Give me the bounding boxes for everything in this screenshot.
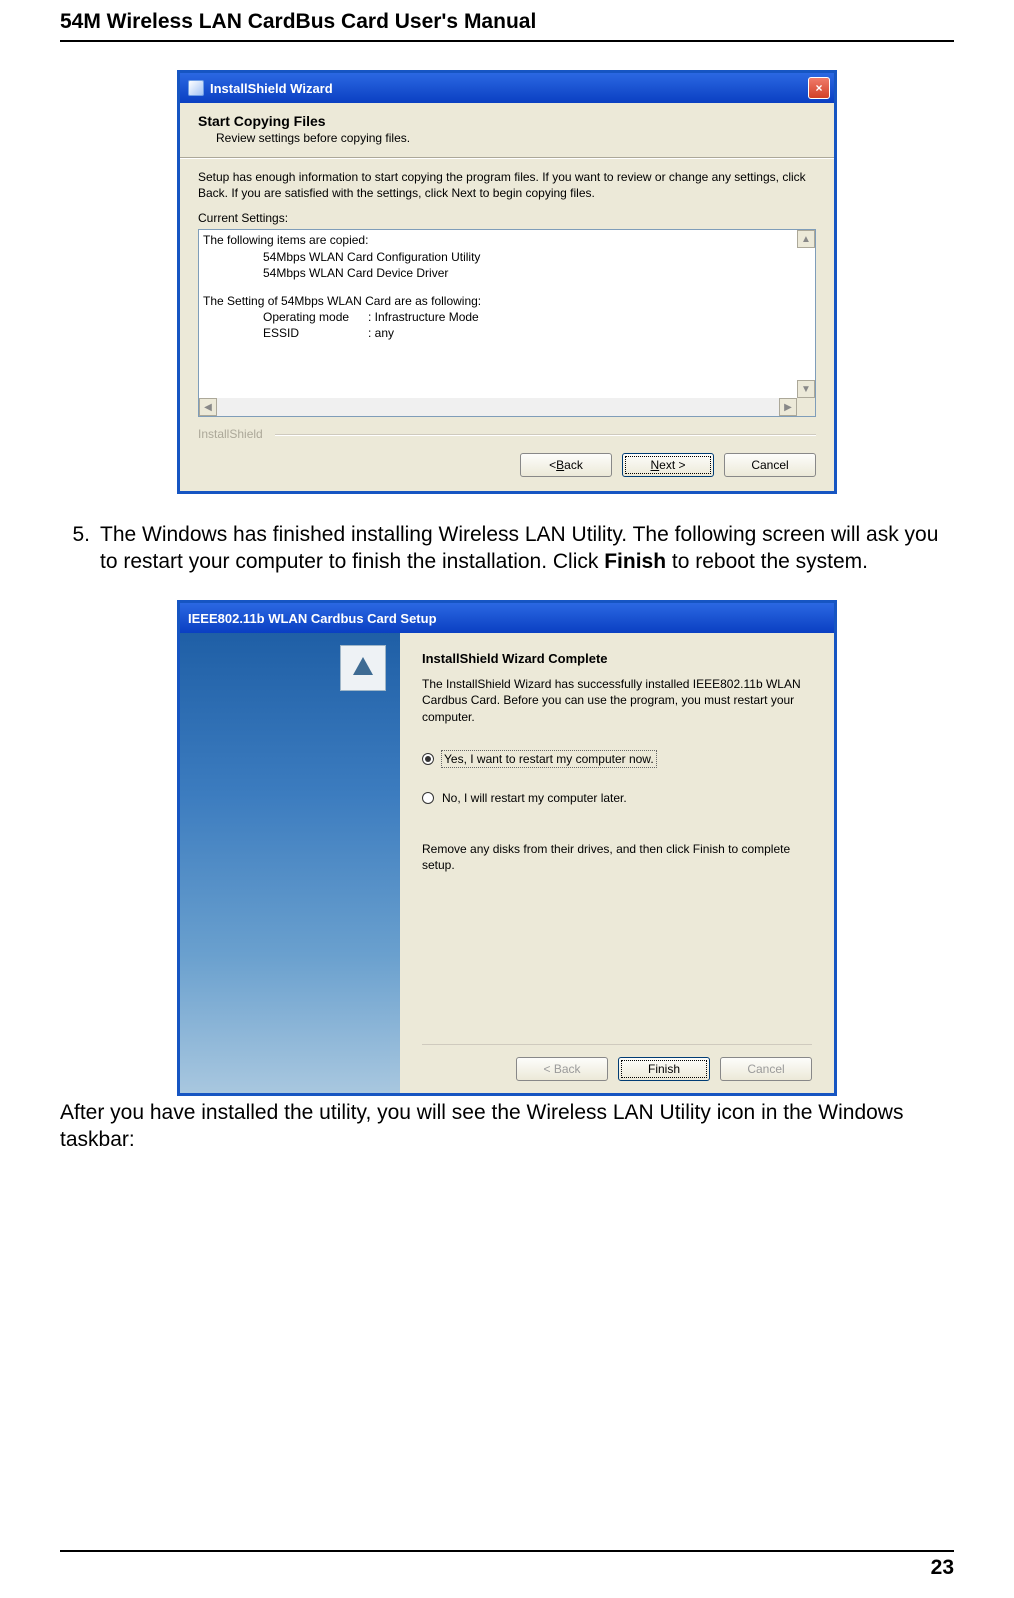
cancel-button: Cancel [720,1057,812,1081]
scroll-up-icon[interactable]: ▲ [797,230,815,248]
text-part: to reboot the system. [666,550,868,573]
radio-dot-icon [422,792,434,804]
list-item: 54Mbps WLAN Card Device Driver [203,265,793,281]
dialog-title: IEEE802.11b WLAN Cardbus Card Setup [188,611,437,626]
step-number: 5. [60,522,90,576]
wizard-logo-icon [340,645,386,691]
scroll-down-icon[interactable]: ▼ [797,380,815,398]
list-header: The following items are copied: [203,232,793,248]
dialog-titlebar[interactable]: IEEE802.11b WLAN Cardbus Card Setup [180,603,834,633]
horizontal-scrollbar[interactable]: ◀ ▶ [199,398,797,416]
page-header: 54M Wireless LAN CardBus Card User's Man… [60,0,954,40]
button-label-part: ext > [659,458,685,472]
step-text: The Windows has finished installing Wire… [100,522,954,576]
dialog-paragraph: Remove any disks from their drives, and … [422,841,812,873]
setting-value: : any [368,325,394,341]
dialog-title: InstallShield Wizard [210,81,333,96]
dialog-heading: Start Copying Files [198,113,816,129]
setting-key: Operating mode [203,309,368,325]
close-icon[interactable]: × [808,77,830,99]
dialog-titlebar[interactable]: InstallShield Wizard × [180,73,834,103]
page-number: 23 [60,1552,954,1580]
radio-label: Yes, I want to restart my computer now. [442,751,656,767]
current-settings-label: Current Settings: [198,211,816,225]
dialog-heading: InstallShield Wizard Complete [422,651,812,666]
list-header: The Setting of 54Mbps WLAN Card are as f… [203,293,793,309]
header-rule [60,40,954,42]
setup-complete-dialog: IEEE802.11b WLAN Cardbus Card Setup Inst… [177,600,837,1096]
scroll-corner [797,398,815,416]
radio-restart-now[interactable]: Yes, I want to restart my computer now. [422,751,812,767]
after-install-text: After you have installed the utility, yo… [60,1098,954,1154]
wizard-sidebar [180,633,400,1093]
list-item: Operating mode : Infrastructure Mode [203,309,793,325]
scroll-left-icon[interactable]: ◀ [199,398,217,416]
instruction-text: Setup has enough information to start co… [198,169,816,201]
back-button: < Back [516,1057,608,1081]
button-label-part: < [549,458,556,472]
radio-dot-icon [422,753,434,765]
button-label-part: N [650,458,659,472]
text-bold: Finish [604,550,666,573]
installshield-dialog: InstallShield Wizard × Start Copying Fil… [177,70,837,494]
list-item: ESSID : any [203,325,793,341]
button-label-part: ack [564,458,583,472]
radio-label: No, I will restart my computer later. [442,791,627,805]
setting-key: ESSID [203,325,368,341]
list-item: 54Mbps WLAN Card Configuration Utility [203,249,793,265]
cancel-button[interactable]: Cancel [724,453,816,477]
setting-value: : Infrastructure Mode [368,309,479,325]
step-5: 5. The Windows has finished installing W… [60,522,954,594]
scroll-right-icon[interactable]: ▶ [779,398,797,416]
finish-button[interactable]: Finish [618,1057,710,1081]
app-icon [188,80,204,96]
settings-listbox[interactable]: The following items are copied: 54Mbps W… [198,229,816,417]
button-label-part: B [556,458,564,472]
next-button[interactable]: Next > [622,453,714,477]
radio-restart-later[interactable]: No, I will restart my computer later. [422,791,812,805]
brand-label: InstallShield [180,427,834,441]
back-button[interactable]: < Back [520,453,612,477]
separator [180,157,834,159]
dialog-subheading: Review settings before copying files. [216,131,816,145]
dialog-paragraph: The InstallShield Wizard has successfull… [422,676,812,725]
